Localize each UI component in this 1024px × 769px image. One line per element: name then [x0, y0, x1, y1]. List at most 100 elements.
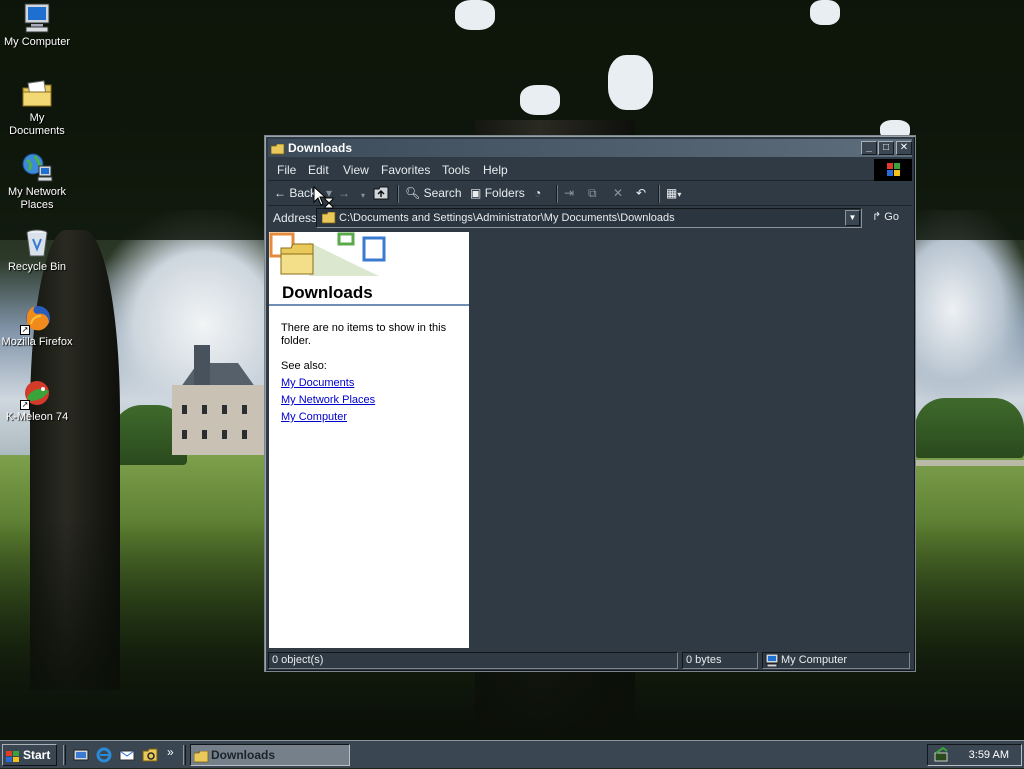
taskbar: Start » Downloads 3:59 AM: [0, 740, 1024, 768]
minimize-button[interactable]: _: [861, 141, 877, 155]
status-object-count: 0 object(s): [268, 652, 678, 669]
status-bar: 0 object(s) 0 bytes My Computer: [268, 651, 912, 670]
wallpaper-castle: [172, 345, 264, 455]
internet-explorer-icon[interactable]: [96, 747, 112, 763]
desktop-icon-label: My Documents: [9, 112, 65, 137]
forward-button[interactable]: →: [338, 186, 350, 200]
undo-button[interactable]: ↶: [636, 186, 646, 200]
close-button[interactable]: ✕: [896, 141, 912, 155]
folders-button[interactable]: ▣ Folders: [470, 186, 525, 200]
folders-icon: ▣: [470, 186, 482, 200]
wallpaper-sky-patch: [455, 0, 495, 30]
standard-toolbar: ← Back ▾ → ▾ 🔍︎ Search ▣ Folders ◔ ⇥ ⧉ ✕…: [268, 182, 912, 206]
move-to-button[interactable]: ⇥: [564, 186, 574, 200]
link-my-network-places[interactable]: My Network Places: [281, 394, 375, 406]
outlook-express-icon[interactable]: [119, 747, 135, 763]
history-button[interactable]: ◔: [534, 186, 541, 200]
system-tray: 3:59 AM: [927, 744, 1022, 766]
desktop-icon-recycle-bin[interactable]: Recycle Bin: [0, 227, 74, 274]
desktop-icon-my-network-places[interactable]: My Network Places: [0, 152, 74, 212]
up-folder-icon: [373, 186, 389, 200]
desktop-icon-label: My Network Places: [7, 186, 67, 211]
address-input[interactable]: C:\Documents and Settings\Administrator\…: [316, 208, 862, 228]
menu-view[interactable]: View: [343, 163, 369, 177]
tray-app-icon[interactable]: [933, 746, 949, 766]
shortcut-arrow-icon: ↗: [20, 400, 30, 410]
status-size: 0 bytes: [682, 652, 758, 669]
folder-icon: [321, 211, 336, 224]
toolbar-separator: [556, 185, 558, 203]
undo-icon: ↶: [636, 186, 647, 200]
desktop-icon-my-documents[interactable]: My Documents: [0, 78, 74, 138]
back-button[interactable]: ← Back: [274, 186, 316, 200]
my-computer-icon: [21, 2, 53, 34]
folders-label: Folders: [484, 186, 525, 200]
search-label: Search: [423, 186, 462, 200]
delete-icon: ✕: [613, 186, 624, 200]
wallpaper-path: [915, 460, 1024, 466]
shortcut-arrow-icon: ↗: [20, 325, 30, 335]
up-folder-button[interactable]: [373, 186, 389, 203]
menu-favorites[interactable]: Favorites: [381, 163, 430, 177]
start-button[interactable]: Start: [2, 744, 57, 766]
quicklaunch-grip: [63, 745, 66, 765]
menu-edit[interactable]: Edit: [308, 163, 329, 177]
views-button[interactable]: ▦▾: [666, 186, 681, 202]
start-label: Start: [23, 748, 51, 762]
history-icon: ◔: [534, 186, 542, 200]
toolbar-separator: [658, 185, 660, 203]
go-button[interactable]: ↱ Go: [872, 210, 899, 223]
address-dropdown-button[interactable]: ▼: [845, 210, 860, 226]
go-label: Go: [884, 211, 899, 223]
wallpaper-hedge: [915, 398, 1024, 458]
menu-help[interactable]: Help: [483, 163, 508, 177]
status-location-label: My Computer: [781, 654, 848, 666]
wallpaper-cloud-right: [905, 210, 1024, 410]
delete-button[interactable]: ✕: [613, 186, 623, 200]
menu-tools[interactable]: Tools: [442, 163, 470, 177]
explorer-window: Downloads _ □ ✕ File Edit View Favorites…: [264, 135, 916, 672]
clock[interactable]: 3:59 AM: [969, 749, 1009, 761]
desktop-icon-label: Recycle Bin: [7, 261, 67, 273]
desktop-icon-mozilla-firefox[interactable]: ↗ Mozilla Firefox: [0, 302, 74, 349]
show-desktop-icon[interactable]: [73, 747, 89, 763]
back-arrow-icon: ←: [274, 186, 286, 200]
chevron-down-icon: ▾: [677, 190, 682, 199]
move-to-icon: ⇥: [564, 186, 575, 200]
address-bar: Address C:\Documents and Settings\Admini…: [268, 207, 912, 229]
search-button[interactable]: 🔍︎ Search: [405, 186, 462, 200]
taskbar-button-downloads[interactable]: Downloads: [190, 744, 350, 766]
wallpaper-sky-patch: [810, 0, 840, 25]
menu-file[interactable]: File: [277, 163, 296, 177]
desktop-icon-label: My Computer: [3, 36, 71, 48]
folder-banner-icon: [269, 232, 386, 276]
title-bar[interactable]: Downloads _ □ ✕: [268, 139, 912, 157]
views-icon: ▦: [666, 186, 678, 200]
desktop-icon-my-computer[interactable]: My Computer: [0, 2, 74, 49]
desktop-icon-label: K-Meleon 74: [5, 411, 69, 423]
maximize-button[interactable]: □: [878, 141, 894, 155]
task-pane-title: Downloads: [282, 283, 373, 302]
quicklaunch-more-chevron[interactable]: »: [167, 745, 174, 759]
windows-flag-icon: [6, 749, 20, 762]
toolbar-separator: [397, 185, 399, 203]
folder-icon: [270, 142, 285, 155]
task-pane: Downloads There are no items to show in …: [269, 232, 469, 648]
empty-folder-message: There are no items to show in this folde…: [281, 322, 447, 347]
computer-icon: [765, 653, 779, 672]
copy-to-button[interactable]: ⧉: [588, 186, 597, 200]
folder-content[interactable]: Downloads There are no items to show in …: [268, 231, 912, 649]
go-arrow-icon: ↱: [872, 211, 882, 223]
link-my-documents[interactable]: My Documents: [281, 377, 354, 389]
address-value: C:\Documents and Settings\Administrator\…: [339, 212, 675, 224]
my-documents-icon: [21, 78, 53, 110]
link-my-computer[interactable]: My Computer: [281, 411, 347, 423]
k-meleon-icon: ↗: [20, 377, 53, 410]
explorer-search-icon[interactable]: [142, 747, 158, 763]
see-also-label: See also:: [281, 360, 327, 372]
folder-icon: [193, 749, 209, 769]
taskbar-grip: [183, 745, 186, 765]
desktop-icon-k-meleon[interactable]: ↗ K-Meleon 74: [0, 377, 74, 424]
task-pane-header: Downloads: [269, 232, 469, 306]
forward-dropdown-button[interactable]: ▾: [361, 189, 365, 203]
